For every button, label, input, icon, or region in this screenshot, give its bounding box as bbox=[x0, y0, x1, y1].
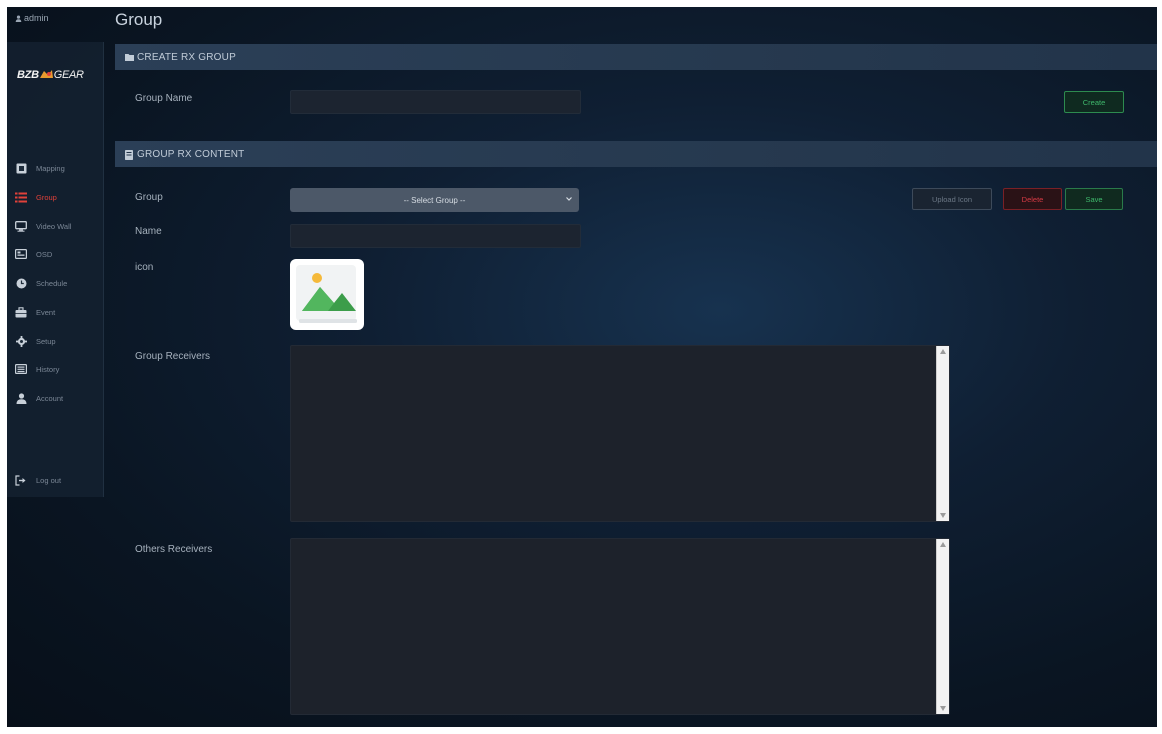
name-input[interactable] bbox=[290, 224, 581, 248]
sidebar-item-label: Video Wall bbox=[36, 221, 72, 231]
logout-label: Log out bbox=[36, 475, 62, 485]
sidebar-item-account[interactable]: Account bbox=[15, 389, 101, 407]
clock-icon bbox=[15, 277, 27, 289]
create-button[interactable]: Create bbox=[1064, 91, 1124, 113]
group-receivers-label: Group Receivers bbox=[135, 351, 211, 362]
scrollbar[interactable] bbox=[936, 539, 949, 714]
sidebar-item-label: Event bbox=[36, 307, 56, 317]
sidebar-item-label: Setup bbox=[36, 336, 56, 346]
scroll-up-icon[interactable] bbox=[940, 542, 946, 547]
group-label: Group bbox=[135, 192, 163, 203]
sidebar-item-event[interactable]: Event bbox=[15, 303, 101, 321]
sidebar-item-label: Group bbox=[36, 192, 57, 202]
group-icon-preview[interactable] bbox=[290, 259, 364, 330]
document-icon bbox=[125, 149, 134, 160]
sidebar-item-label: Account bbox=[36, 393, 64, 403]
sidebar-item-mapping[interactable]: Mapping bbox=[15, 159, 101, 177]
user-label[interactable]: admin bbox=[15, 13, 49, 23]
group-select-value: -- Select Group -- bbox=[403, 195, 466, 205]
user-icon bbox=[15, 15, 22, 22]
panel-title: CREATE RX GROUP bbox=[137, 51, 236, 63]
gear-icon bbox=[15, 335, 27, 347]
group-receivers-list[interactable] bbox=[290, 345, 950, 522]
logo-text-gear: GEAR bbox=[53, 69, 84, 81]
logout-button[interactable]: Log out bbox=[15, 471, 101, 489]
sidebar-item-video-wall[interactable]: Video Wall bbox=[15, 217, 101, 235]
sidebar-item-schedule[interactable]: Schedule bbox=[15, 274, 101, 292]
scroll-down-icon[interactable] bbox=[940, 513, 946, 518]
group-rx-content-header: GROUP RX CONTENT bbox=[115, 141, 1157, 167]
user-icon bbox=[15, 392, 27, 404]
group-select[interactable]: -- Select Group -- bbox=[290, 188, 579, 212]
logo-text-bzb: BZB bbox=[17, 69, 39, 81]
sidebar-item-osd[interactable]: OSD bbox=[15, 245, 101, 263]
others-receivers-list[interactable] bbox=[290, 538, 950, 715]
sidebar-item-label: Mapping bbox=[36, 163, 65, 173]
app-frame: admin BZB GEAR Mapping Group Video Wall O… bbox=[7, 7, 1157, 727]
group-name-input[interactable] bbox=[290, 90, 581, 114]
group-name-label: Group Name bbox=[135, 93, 193, 104]
osd-icon bbox=[15, 248, 27, 260]
icon-label: icon bbox=[135, 262, 154, 273]
logo-mark-icon bbox=[39, 70, 53, 78]
others-receivers-label: Others Receivers bbox=[135, 544, 213, 555]
sidebar-item-label: OSD bbox=[36, 249, 53, 259]
username: admin bbox=[24, 13, 49, 23]
sidebar-item-history[interactable]: History bbox=[15, 360, 101, 378]
list-icon bbox=[15, 191, 27, 203]
sidebar-item-label: Schedule bbox=[36, 278, 68, 288]
image-placeholder-icon bbox=[296, 265, 357, 323]
panel-title: GROUP RX CONTENT bbox=[137, 148, 245, 160]
delete-button[interactable]: Delete bbox=[1003, 188, 1062, 210]
folder-icon bbox=[125, 53, 134, 62]
name-label: Name bbox=[135, 226, 162, 237]
page-title: Group bbox=[115, 10, 163, 29]
sidebar-item-setup[interactable]: Setup bbox=[15, 332, 101, 350]
mapping-icon bbox=[15, 162, 27, 174]
sidebar-item-label: History bbox=[36, 364, 60, 374]
logout-icon bbox=[15, 474, 27, 486]
create-rx-group-header: CREATE RX GROUP bbox=[115, 44, 1157, 70]
sidebar-item-group[interactable]: Group bbox=[15, 188, 101, 206]
scrollbar[interactable] bbox=[936, 346, 949, 521]
scroll-down-icon[interactable] bbox=[940, 706, 946, 711]
history-icon bbox=[15, 363, 27, 375]
save-button[interactable]: Save bbox=[1065, 188, 1123, 210]
monitor-icon bbox=[15, 220, 27, 232]
briefcase-icon bbox=[15, 306, 27, 318]
scroll-up-icon[interactable] bbox=[940, 349, 946, 354]
sidebar: BZB GEAR Mapping Group Video Wall OSD Sch… bbox=[7, 42, 104, 497]
chevron-down-icon bbox=[566, 197, 572, 201]
brand-logo: BZB GEAR bbox=[17, 69, 84, 81]
upload-icon-button[interactable]: Upload Icon bbox=[912, 188, 992, 210]
